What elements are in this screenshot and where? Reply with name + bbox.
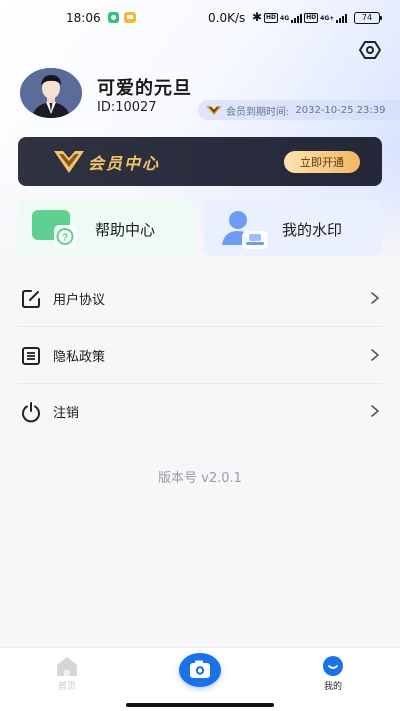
bottom-tab-bar: 首页 我的	[0, 647, 400, 711]
chevron-right-icon	[371, 292, 379, 304]
camera-button[interactable]	[179, 653, 221, 687]
menu-item-logout[interactable]: 注销	[18, 383, 382, 439]
vip-diamond-icon	[54, 151, 84, 173]
tab-mine-label: 我的	[323, 682, 342, 692]
help-center-label: 帮助中心	[95, 221, 156, 239]
menu-item-user-agreement[interactable]: 用户协议	[18, 270, 382, 326]
battery-icon: 74	[354, 12, 382, 24]
username: 可爱的元旦	[97, 78, 192, 99]
svg-text:?: ?	[62, 233, 68, 244]
tab-home-label: 首页	[57, 682, 76, 692]
chevron-right-icon	[371, 349, 379, 361]
signal-icon-2	[336, 13, 348, 23]
menu-label: 用户协议	[53, 293, 106, 308]
vip-open-button[interactable]: 立即开通	[284, 151, 360, 173]
chevron-right-icon	[371, 405, 379, 417]
hd-icon-2: HD	[304, 13, 319, 23]
vip-expire-label: 会员到期时间:	[226, 106, 290, 118]
vip-center-banner[interactable]: 会员中心 立即开通	[18, 137, 382, 186]
help-icon: ?	[32, 210, 76, 248]
menu-label: 隐私政策	[53, 350, 106, 365]
settings-gear-icon[interactable]	[358, 38, 382, 62]
signal-group: HD 4G HD 4G+	[264, 12, 348, 24]
version-label: 版本号 v2.0.1	[158, 471, 242, 486]
list-document-icon	[22, 347, 40, 365]
hd-icon: HD	[264, 13, 279, 23]
bluetooth-icon: ✱	[252, 10, 263, 24]
power-icon	[22, 402, 40, 423]
notification-app-icon	[124, 12, 136, 23]
network-type-label: 4G	[280, 14, 290, 22]
status-time: 18:06	[66, 11, 101, 25]
vip-expire-time: 2032-10-25 23:39	[295, 104, 386, 116]
message-app-icon	[108, 12, 119, 23]
status-bar: 18:06 0.0K/s ✱ HD 4G HD 4G+ 74	[0, 0, 400, 36]
user-watermark-icon	[222, 211, 268, 249]
menu-item-privacy-policy[interactable]: 隐私政策	[18, 327, 382, 383]
network-speed: 0.0K/s	[208, 11, 246, 25]
home-icon	[57, 657, 77, 676]
home-indicator	[126, 703, 274, 707]
vip-expire-badge: 会员到期时间: 2032-10-25 23:39	[198, 100, 400, 120]
user-id: ID:10027	[97, 100, 157, 115]
vip-center-title: 会员中心	[88, 154, 161, 173]
camera-icon	[190, 660, 210, 678]
signal-icon	[291, 13, 303, 23]
my-watermark-label: 我的水印	[282, 221, 343, 239]
network-type-label-2: 4G+	[320, 14, 335, 22]
edit-document-icon	[22, 290, 40, 308]
vip-crown-icon	[206, 106, 222, 115]
avatar[interactable]	[20, 68, 82, 118]
tab-mine[interactable]: 我的	[293, 648, 373, 711]
help-center-card[interactable]: ? 帮助中心	[18, 200, 196, 256]
mine-smile-icon	[323, 656, 343, 676]
menu-label: 注销	[53, 406, 80, 421]
my-watermark-card[interactable]: 我的水印	[204, 200, 382, 256]
tab-home[interactable]: 首页	[27, 648, 107, 711]
